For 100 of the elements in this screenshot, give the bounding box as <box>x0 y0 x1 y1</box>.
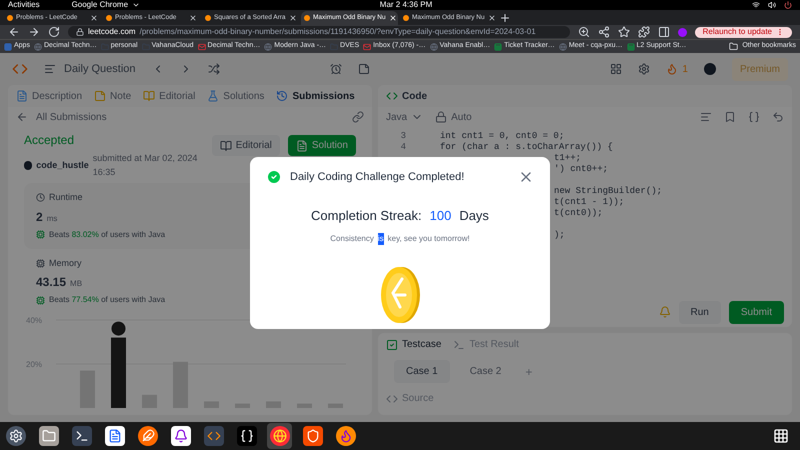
globe-icon[interactable] <box>270 426 290 446</box>
code-line: int cnt1 = 0, cnt0 = 0; <box>440 131 564 142</box>
alarm-clock-icon[interactable] <box>330 63 342 75</box>
note-icon <box>94 90 106 102</box>
favicon-icon <box>7 15 13 21</box>
side-panel-icon[interactable] <box>658 26 670 38</box>
activities-button[interactable]: Activities <box>8 1 40 9</box>
lock-icon <box>76 28 84 36</box>
status-text: Accepted <box>24 132 76 149</box>
undo-icon[interactable] <box>772 111 784 123</box>
settings-icon[interactable] <box>638 63 650 75</box>
close-icon[interactable] <box>488 14 496 22</box>
braces-icon[interactable] <box>236 426 256 446</box>
power-icon[interactable] <box>784 1 792 9</box>
code-title: Code <box>402 90 427 104</box>
streak-unit: Days <box>459 206 489 225</box>
code-line: for (char a : s.toCharArray()) { <box>440 142 613 153</box>
feather-icon[interactable] <box>138 426 158 446</box>
format-icon[interactable] <box>700 111 712 123</box>
zoom-icon[interactable] <box>578 26 590 38</box>
clock[interactable]: Mar 2 4:36 PM <box>380 1 432 9</box>
globe-icon <box>34 42 42 50</box>
globe-icon <box>264 42 272 50</box>
shield-icon[interactable] <box>302 426 322 446</box>
code-icon[interactable] <box>204 426 224 446</box>
globe-icon <box>430 42 438 50</box>
beats-text: Beats 77.54% of users with Java <box>49 294 166 306</box>
bell-icon[interactable] <box>170 426 190 446</box>
editorial-button[interactable]: Editorial <box>212 135 280 156</box>
terminal-icon[interactable] <box>72 426 92 446</box>
username[interactable]: code_hustle <box>36 158 89 172</box>
streak-value: 100 <box>430 206 452 224</box>
checkbox-icon <box>386 338 398 350</box>
link-icon[interactable] <box>352 111 364 123</box>
code-icon <box>386 392 398 404</box>
code-line: ') cnt0++; <box>554 164 608 175</box>
folder-icon <box>729 42 738 51</box>
close-icon[interactable] <box>288 14 297 22</box>
panel-tab[interactable]: Submissions <box>276 88 355 104</box>
case-tab[interactable]: Case 1 <box>394 360 450 383</box>
chip-icon <box>36 258 45 268</box>
book-icon <box>220 140 232 152</box>
chart-bar <box>235 404 250 408</box>
address-bar[interactable]: leetcode.com /problems/maximum-odd-binary-number/submissions/1191436950/?envType=daily-question&envId=2024-03-01 <box>68 26 570 38</box>
relaunch-button[interactable]: Relaunch to update <box>694 26 792 38</box>
puzzle-icon[interactable] <box>638 26 650 38</box>
grid-icon[interactable] <box>610 63 622 75</box>
mail-icon <box>198 42 206 50</box>
chart-bar <box>173 362 188 408</box>
forward-icon[interactable] <box>28 26 40 38</box>
mail-icon <box>363 42 372 50</box>
sheet-icon <box>494 42 502 50</box>
new-tab-icon[interactable] <box>499 12 511 24</box>
panel-tab[interactable]: Testcase <box>386 337 442 352</box>
chip-icon <box>36 296 45 304</box>
shuffle-icon[interactable] <box>208 63 220 75</box>
user-avatar <box>24 161 32 170</box>
favicon-icon <box>304 15 310 21</box>
coin-drawing <box>378 265 422 325</box>
back-icon[interactable] <box>8 26 20 38</box>
stat-unit: MB <box>70 278 82 290</box>
favicon-icon <box>403 15 409 21</box>
app-menu[interactable]: Google Chrome <box>72 1 140 9</box>
stat-value: 43.15 <box>36 274 66 291</box>
submission-time: submitted at Mar 02, 2024 16:35 <box>92 152 198 178</box>
chart-bar <box>266 401 281 408</box>
document-icon <box>296 140 308 152</box>
close-icon[interactable] <box>189 14 197 22</box>
clock-icon <box>36 193 45 202</box>
document-icon[interactable] <box>104 426 124 446</box>
folder-icon <box>142 42 150 50</box>
share-icon[interactable] <box>598 26 610 38</box>
folder-icon <box>330 42 338 50</box>
bookmark-icon[interactable] <box>724 111 736 123</box>
note-icon[interactable] <box>358 63 370 75</box>
list-icon[interactable] <box>44 63 56 75</box>
auto-mode-label: Auto <box>451 110 472 124</box>
daily-question-link[interactable]: Daily Question <box>64 60 136 78</box>
code-line: ); <box>554 230 565 241</box>
gear-icon[interactable] <box>6 426 26 446</box>
folder-icon <box>100 42 109 50</box>
chart-bar <box>142 394 157 408</box>
document-icon <box>16 90 28 102</box>
star-icon[interactable] <box>618 26 630 38</box>
wifi-icon[interactable] <box>752 1 760 9</box>
streak-label: Completion Streak: <box>311 206 422 225</box>
back-arrow-icon[interactable] <box>16 111 28 123</box>
volume-icon[interactable] <box>768 1 776 9</box>
close-icon[interactable] <box>388 14 397 22</box>
folder-icon[interactable] <box>38 426 58 446</box>
user-avatar[interactable] <box>704 63 716 75</box>
flame-icon[interactable] <box>336 426 356 446</box>
apps-grid-icon[interactable] <box>773 428 789 444</box>
close-icon[interactable] <box>90 14 98 22</box>
run-button[interactable]: Run <box>678 300 721 324</box>
chart-bar <box>297 404 312 408</box>
globe-icon <box>558 42 567 50</box>
code-icon <box>386 90 398 102</box>
book-icon <box>143 90 156 102</box>
reload-icon[interactable] <box>48 26 60 38</box>
